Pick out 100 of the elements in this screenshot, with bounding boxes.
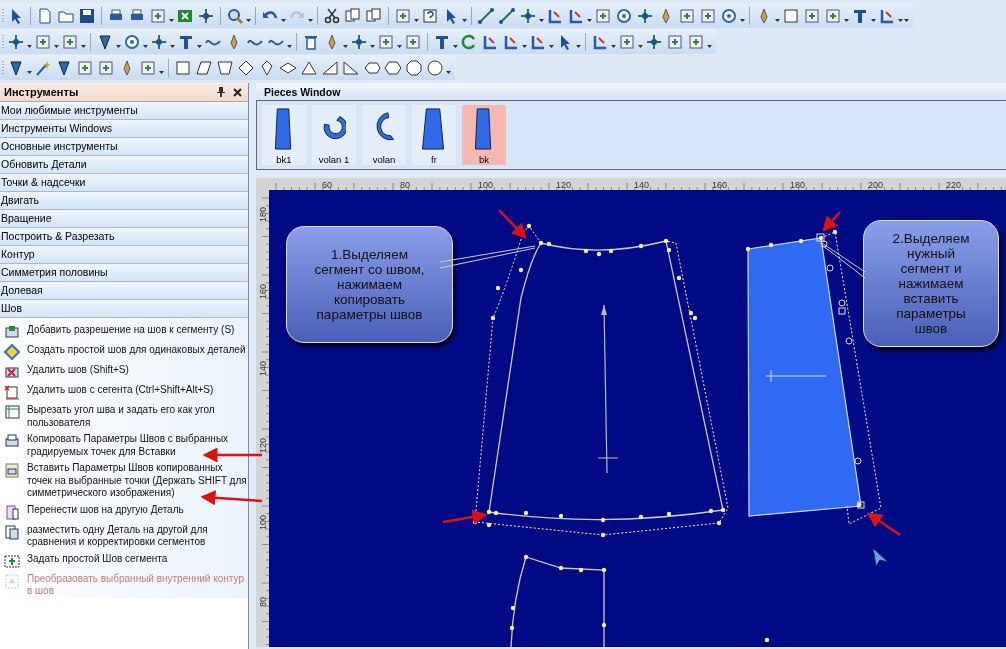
line-icon[interactable] [498, 6, 516, 25]
node-icon[interactable] [150, 32, 168, 51]
leader-line [821, 242, 866, 279]
category-header[interactable]: Контур [0, 246, 248, 264]
node-icon[interactable] [519, 6, 537, 25]
tool-item[interactable]: разместить одну Деталь на другой для сравнения и корректировки сегментов [4, 523, 248, 549]
node-icon[interactable] [645, 32, 663, 51]
node-icon[interactable] [7, 32, 25, 51]
line-icon[interactable] [477, 6, 495, 25]
sheet-icon[interactable] [699, 6, 717, 25]
sheet-icon[interactable] [377, 32, 395, 51]
sheet-icon[interactable] [618, 32, 636, 51]
circle-icon[interactable] [615, 6, 633, 25]
sheet-icon[interactable] [97, 58, 115, 77]
category-header[interactable]: Основные инструменты [0, 138, 248, 156]
ruler-label: 160 [712, 180, 728, 190]
ruler-label: 220 [946, 180, 962, 190]
sheet-icon[interactable] [824, 6, 842, 25]
category-header[interactable]: Долевая [0, 282, 248, 300]
ruler-label: 120 [258, 437, 268, 453]
sheet-icon[interactable] [61, 32, 79, 51]
tool-item[interactable]: Вырезать угол шва и задать его как угол пользователя [4, 404, 248, 429]
node-icon[interactable] [350, 32, 368, 51]
sheet-icon[interactable] [678, 6, 696, 25]
piece-thumbnail[interactable]: fr [412, 105, 456, 165]
ruler-label: 80 [400, 180, 410, 190]
category-header[interactable]: Инструменты Windows [0, 120, 248, 138]
piece-thumbnail[interactable]: volan 1 [312, 105, 356, 165]
rotate-icon[interactable] [460, 32, 478, 51]
tool-item[interactable]: Задать простой Шов сегмента [4, 552, 248, 569]
annotation-arrow [200, 490, 263, 506]
ruler-label: 200 [868, 180, 884, 190]
callout: 1.Выделяем сегмент со швом, нажимаем копировать параметры швов [286, 226, 453, 343]
category-header[interactable]: Шов [0, 300, 248, 318]
ruler-label: 140 [258, 360, 268, 376]
annotation-arrow [822, 211, 841, 232]
pin-icon[interactable] [217, 87, 225, 97]
tool-item[interactable]: Добавить разрешение на шов к сегменту (S) [4, 324, 248, 340]
piece-thumbnail[interactable]: volan [362, 105, 406, 165]
category-header[interactable]: Вращение [0, 210, 248, 228]
category-header[interactable]: Точки & надсечки [0, 174, 248, 192]
scissors-icon[interactable] [323, 6, 341, 25]
ruler-label: 180 [790, 180, 806, 190]
pieces-window-title: Pieces Window [264, 85, 341, 98]
node-icon[interactable] [197, 6, 215, 25]
sheet-icon[interactable] [139, 58, 157, 77]
sheet-icon[interactable] [404, 32, 422, 51]
diamond-icon [4, 344, 20, 360]
circle-icon[interactable] [426, 58, 444, 77]
parallelogram-icon[interactable] [195, 58, 213, 77]
copy-icon[interactable] [344, 6, 362, 25]
hexagon-icon[interactable] [384, 58, 402, 77]
page-icon[interactable] [36, 6, 54, 25]
piece-thumbnail[interactable]: bk1 [262, 105, 306, 165]
ruler-label: 120 [556, 180, 572, 190]
annotation-arrow [442, 509, 488, 525]
tool-item[interactable]: Копировать Параметры Швов с выбранных градируемых точек для Вставки [4, 433, 248, 458]
category-header[interactable]: Двигать [0, 192, 248, 210]
right-triangle-icon[interactable] [342, 58, 360, 77]
piece-thumbnail[interactable]: bk [462, 105, 506, 165]
circle-icon[interactable] [123, 32, 141, 51]
category-header[interactable]: Симметрия половины [0, 264, 248, 282]
help-icon[interactable] [421, 6, 439, 25]
diamond-icon[interactable] [237, 58, 255, 77]
zoom-icon[interactable] [226, 6, 244, 25]
category-header[interactable]: Обновить Детали [0, 156, 248, 174]
sheet-icon[interactable] [149, 6, 167, 25]
copy-icon[interactable] [365, 6, 383, 25]
tool-item[interactable]: Вставить Параметры Швов копированных точек на выбранные точки (Держать SHIFT для симметрического изображения) [4, 462, 248, 500]
category-header[interactable]: Построить & Разрезать [0, 228, 248, 246]
garment-piece-icon [422, 107, 446, 151]
ruler-label: 80 [258, 597, 268, 607]
sheet-icon[interactable] [394, 6, 412, 25]
tool-item[interactable]: Удалить шов (Shift+S) [4, 364, 248, 380]
sheet-icon[interactable] [594, 6, 612, 25]
circle-icon[interactable] [720, 6, 738, 25]
tool-item[interactable]: Перенести шов на другую Деталь [4, 503, 248, 520]
dart-icon[interactable] [7, 58, 25, 77]
sheet-icon[interactable] [803, 6, 821, 25]
annotation-arrow [498, 209, 527, 239]
save-icon[interactable] [78, 6, 96, 25]
sheet-icon[interactable] [76, 58, 94, 77]
octagon-icon[interactable] [405, 58, 423, 77]
cursor-icon [872, 547, 889, 567]
ruler-label: 180 [258, 206, 268, 222]
ruler-label: 160 [258, 283, 268, 299]
close-icon[interactable] [233, 87, 242, 97]
sheet-icon[interactable] [34, 32, 52, 51]
node-icon[interactable] [636, 6, 654, 25]
sheet-icon[interactable] [666, 32, 684, 51]
dart-icon[interactable] [96, 32, 114, 51]
category-header[interactable]: Мои любимые инструменты [0, 102, 248, 120]
dart-icon[interactable] [55, 58, 73, 77]
sheet-icon[interactable] [687, 32, 705, 51]
trapezoid-icon[interactable] [216, 58, 234, 77]
tool-item[interactable]: Удалить шов с сегента (Ctrl+Shift+Alt+S) [4, 384, 248, 400]
right-triangle-icon[interactable] [321, 58, 339, 77]
ruler-label: 100 [478, 180, 494, 190]
tool-item[interactable]: Создать простой шов для одинаковых деталей [4, 344, 248, 360]
annotation-arrow [202, 447, 262, 463]
